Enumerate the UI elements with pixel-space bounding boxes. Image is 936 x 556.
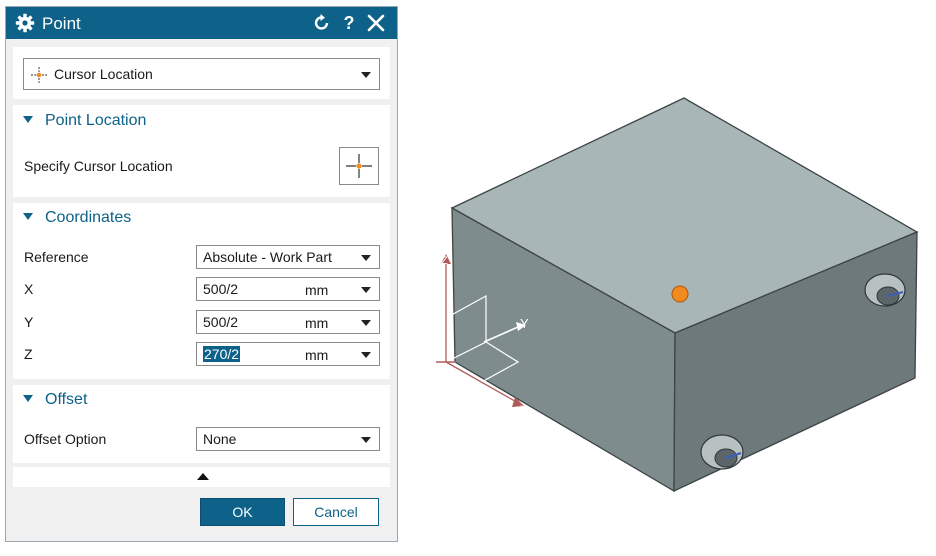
y-value: 500/2 <box>203 314 239 330</box>
point-type-value: Cursor Location <box>54 66 153 82</box>
dialog-titlebar[interactable]: Point ? <box>6 7 397 39</box>
coordinates-header[interactable]: Coordinates <box>23 209 131 231</box>
collapse-triangle-icon <box>23 116 33 124</box>
chevron-down-icon <box>361 255 371 261</box>
z-value: 270/2 <box>203 346 241 362</box>
graphics-viewport[interactable]: Y X Z <box>405 60 935 530</box>
cursor-location-icon <box>31 67 47 83</box>
point-type-select[interactable]: Cursor Location <box>23 58 380 90</box>
reference-value: Absolute - Work Part <box>203 249 332 265</box>
reset-icon <box>314 14 329 30</box>
z-input[interactable]: 270/2 mm <box>196 342 380 366</box>
specify-cursor-location-button[interactable] <box>339 147 379 185</box>
z-unit: mm <box>305 347 329 363</box>
offset-option-label: Offset Option <box>24 431 107 447</box>
offset-option-select[interactable]: None <box>196 427 380 451</box>
x-value: 500/2 <box>203 281 239 297</box>
point-marker[interactable] <box>671 285 689 303</box>
offset-header-text: Offset <box>45 391 88 408</box>
collapse-triangle-icon <box>23 213 33 221</box>
offset-panel: Offset Offset Option None <box>13 385 390 463</box>
help-icon: ? <box>343 13 355 33</box>
point-dialog: Point ? Cursor Location Point Location S… <box>5 6 398 542</box>
chevron-down-icon <box>361 352 371 358</box>
z-value-wrap: 270/2 <box>203 346 241 362</box>
boss-upper <box>864 273 906 307</box>
chevron-down-icon <box>361 72 371 78</box>
point-location-header[interactable]: Point Location <box>23 112 146 134</box>
dialog-title: Point <box>42 14 81 33</box>
help-button[interactable]: ? <box>339 13 359 33</box>
y-unit: mm <box>305 315 329 331</box>
y-label: Y <box>24 314 34 330</box>
cancel-button[interactable]: Cancel <box>293 498 379 526</box>
reset-button[interactable] <box>312 13 332 33</box>
x-unit: mm <box>305 282 329 298</box>
close-icon <box>367 14 385 32</box>
collapse-toggle[interactable] <box>13 467 390 487</box>
specify-cursor-location-label: Specify Cursor Location <box>24 158 173 174</box>
point-location-panel: Point Location Specify Cursor Location <box>13 105 390 197</box>
y-input[interactable]: 500/2 mm <box>196 310 380 334</box>
point-location-header-text: Point Location <box>45 112 147 129</box>
coordinates-panel: Coordinates Reference Absolute - Work Pa… <box>13 203 390 379</box>
type-panel: Cursor Location <box>13 47 390 99</box>
gear-icon <box>15 13 35 33</box>
reference-label: Reference <box>24 249 89 265</box>
axis-x-label: X <box>520 403 528 417</box>
offset-option-value: None <box>203 431 237 447</box>
collapse-triangle-icon <box>23 395 33 403</box>
offset-header[interactable]: Offset <box>23 391 87 413</box>
axis-z-label: Z <box>441 255 448 267</box>
chevron-down-icon <box>361 437 371 443</box>
reference-select[interactable]: Absolute - Work Part <box>196 245 380 269</box>
boss-lower <box>700 434 744 470</box>
chevron-down-icon <box>361 287 371 293</box>
z-label: Z <box>24 346 33 362</box>
x-input[interactable]: 500/2 mm <box>196 277 380 301</box>
ok-button[interactable]: OK <box>200 498 285 526</box>
coordinates-header-text: Coordinates <box>45 209 132 226</box>
axis-y-label: Y <box>520 316 529 331</box>
cursor-crosshair-icon <box>346 154 372 178</box>
x-label: X <box>24 281 34 297</box>
close-button[interactable] <box>366 13 386 33</box>
chevron-down-icon <box>361 320 371 326</box>
collapse-up-icon <box>197 473 209 480</box>
